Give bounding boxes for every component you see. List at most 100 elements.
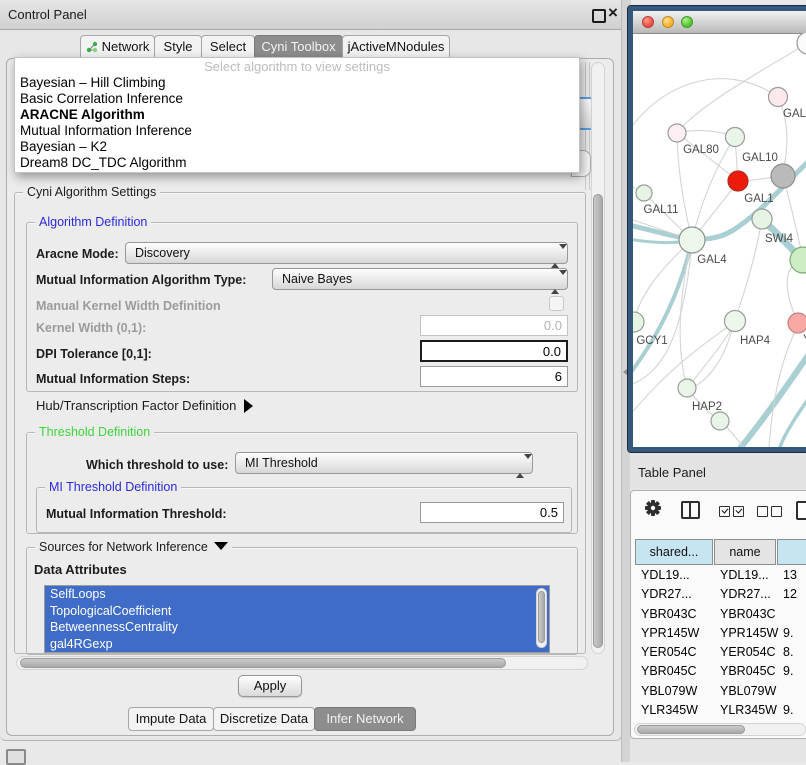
- network-edge[interactable]: [735, 219, 762, 320]
- float-window-icon[interactable]: [592, 9, 606, 23]
- network-node-gal11[interactable]: [636, 185, 652, 201]
- network-edge[interactable]: [633, 241, 692, 375]
- table-row[interactable]: YBR045CYBR045C9.: [635, 662, 806, 681]
- network-edge[interactable]: [780, 395, 806, 447]
- dpi-tolerance-input[interactable]: [420, 340, 568, 362]
- network-node[interactable]: [797, 33, 806, 54]
- table-row[interactable]: YLR345WYLR345W9.: [635, 701, 806, 716]
- table-cell: YBL079W: [714, 682, 777, 701]
- column-header-name[interactable]: name: [714, 539, 776, 565]
- network-edge[interactable]: [633, 79, 778, 129]
- minimize-traffic-light-icon[interactable]: [662, 16, 674, 28]
- network-node-gal[interactable]: [769, 88, 788, 107]
- table-cell: YDR27...: [635, 585, 714, 604]
- attribute-item-selected[interactable]: SelfLoops: [45, 586, 549, 603]
- partial-box-icon[interactable]: [796, 501, 806, 520]
- data-attributes-list[interactable]: SelfLoopsTopologicalCoefficientBetweenne…: [44, 585, 550, 653]
- network-node-swi4[interactable]: [752, 209, 772, 229]
- zoom-traffic-light-icon[interactable]: [681, 16, 693, 28]
- table-cell: YBR045C: [714, 662, 777, 681]
- network-edge[interactable]: [741, 351, 806, 447]
- scrollbar-thumb[interactable]: [637, 725, 745, 734]
- network-edge[interactable]: [634, 240, 692, 321]
- settings-horizontal-scrollbar[interactable]: [16, 656, 588, 670]
- tab-select[interactable]: Select: [201, 35, 255, 59]
- column-header-clipped[interactable]: [777, 539, 806, 565]
- network-edge[interactable]: [689, 321, 734, 389]
- table-row[interactable]: YPR145WYPR145W9.: [635, 624, 806, 643]
- hub-definition-toggle[interactable]: Hub/Transcription Factor Definition: [36, 398, 253, 413]
- network-canvas[interactable]: GALGAL80GAL10GAL1SWI4GAL11GAL4GCY1HAP4YH…: [633, 33, 806, 447]
- algorithm-option[interactable]: Dream8 DC_TDC Algorithm: [15, 155, 579, 171]
- table-cell: YBL079W: [635, 682, 714, 701]
- bottom-tab-impute-data[interactable]: Impute Data: [128, 707, 214, 731]
- table-row[interactable]: YER054CYER054C8.: [635, 643, 806, 662]
- hub-definition-label: Hub/Transcription Factor Definition: [36, 398, 236, 413]
- algorithm-option[interactable]: Basic Correlation Inference: [15, 91, 579, 107]
- network-node-y[interactable]: [788, 313, 806, 333]
- mi-algorithm-type-select[interactable]: Naive Bayes: [272, 268, 568, 290]
- tab-jactivemnodules[interactable]: jActiveMNodules: [342, 35, 450, 59]
- close-icon[interactable]: ×: [608, 3, 618, 23]
- tab-network[interactable]: Network: [80, 35, 155, 59]
- divider-handle-icon: [623, 369, 627, 375]
- attribute-item-selected[interactable]: TopologicalCoefficient: [45, 603, 549, 620]
- minimized-panel-icon[interactable]: [6, 749, 26, 765]
- which-threshold-select[interactable]: MI Threshold: [235, 452, 533, 474]
- scrollbar-thumb[interactable]: [593, 194, 603, 648]
- table-row[interactable]: YBL079WYBL079W: [635, 682, 806, 701]
- tab-cyni-toolbox[interactable]: Cyni Toolbox: [254, 35, 343, 59]
- network-node[interactable]: [711, 412, 729, 430]
- algorithm-option[interactable]: Bayesian – Hill Climbing: [15, 75, 579, 91]
- kernel-width-label: Kernel Width (0,1):: [36, 321, 146, 335]
- scrollbar-thumb[interactable]: [538, 591, 545, 643]
- checked-pair-icon[interactable]: [719, 504, 744, 522]
- attribute-list-scrollbar[interactable]: [536, 588, 547, 648]
- aracne-mode-select[interactable]: Discovery: [125, 242, 568, 264]
- node-label: GAL10: [742, 152, 778, 164]
- table-row[interactable]: YDL19...YDL19...13: [635, 566, 806, 585]
- table-row[interactable]: YBR043CYBR043C: [635, 605, 806, 624]
- group-title: Cyni Algorithm Settings: [23, 185, 160, 199]
- apply-button[interactable]: Apply: [238, 675, 302, 697]
- close-traffic-light-icon[interactable]: [642, 16, 654, 28]
- network-node[interactable]: [771, 164, 795, 188]
- column-header-shared...[interactable]: shared...: [635, 539, 713, 565]
- network-node-gcy1[interactable]: [633, 312, 644, 332]
- table-cell: 9.: [777, 624, 806, 643]
- settings-vertical-scrollbar[interactable]: [591, 62, 605, 654]
- mi-steps-input[interactable]: [420, 366, 568, 387]
- algorithm-option[interactable]: Mutual Information Inference: [15, 123, 579, 139]
- sources-title[interactable]: Sources for Network Inference: [35, 540, 232, 554]
- network-node-hap4[interactable]: [725, 311, 746, 332]
- manual-kernel-checkbox[interactable]: [549, 296, 564, 311]
- algorithm-option[interactable]: Bayesian – K2: [15, 139, 579, 155]
- network-node-gal1[interactable]: [728, 171, 748, 191]
- mi-type-label: Mutual Information Algorithm Type:: [36, 273, 246, 287]
- attribute-item-selected[interactable]: BetweennessCentrality: [45, 619, 549, 636]
- split-columns-icon[interactable]: [681, 501, 700, 519]
- expand-right-icon: [244, 399, 253, 413]
- network-edge[interactable]: [689, 321, 736, 387]
- network-node-gal4[interactable]: [679, 227, 705, 253]
- which-threshold-value: MI Threshold: [245, 456, 318, 470]
- algorithm-option[interactable]: ARACNE Algorithm: [15, 107, 579, 123]
- table-cell: YBR043C: [635, 605, 714, 624]
- attribute-item-selected[interactable]: gal4RGexp: [45, 636, 549, 653]
- gear-icon[interactable]: [644, 499, 662, 517]
- scrollbar-thumb[interactable]: [20, 658, 506, 668]
- table-cell: YLR345W: [714, 701, 777, 716]
- bottom-tab-infer-network[interactable]: Infer Network: [314, 707, 416, 731]
- kernel-width-input[interactable]: [420, 315, 568, 336]
- tab-style[interactable]: Style: [154, 35, 202, 59]
- node-label: GAL11: [644, 204, 679, 216]
- table-row[interactable]: YDR27...YDR27...12: [635, 585, 806, 604]
- network-node-gal80[interactable]: [668, 124, 686, 142]
- bottom-tab-discretize-data[interactable]: Discretize Data: [213, 707, 315, 731]
- table-cell: 8.: [777, 643, 806, 662]
- network-node-gal10[interactable]: [726, 128, 745, 147]
- table-horizontal-scrollbar[interactable]: [634, 723, 806, 736]
- network-node-hap2[interactable]: [678, 379, 696, 397]
- unchecked-pair-icon[interactable]: [757, 504, 782, 522]
- mi-threshold-input[interactable]: [420, 502, 564, 523]
